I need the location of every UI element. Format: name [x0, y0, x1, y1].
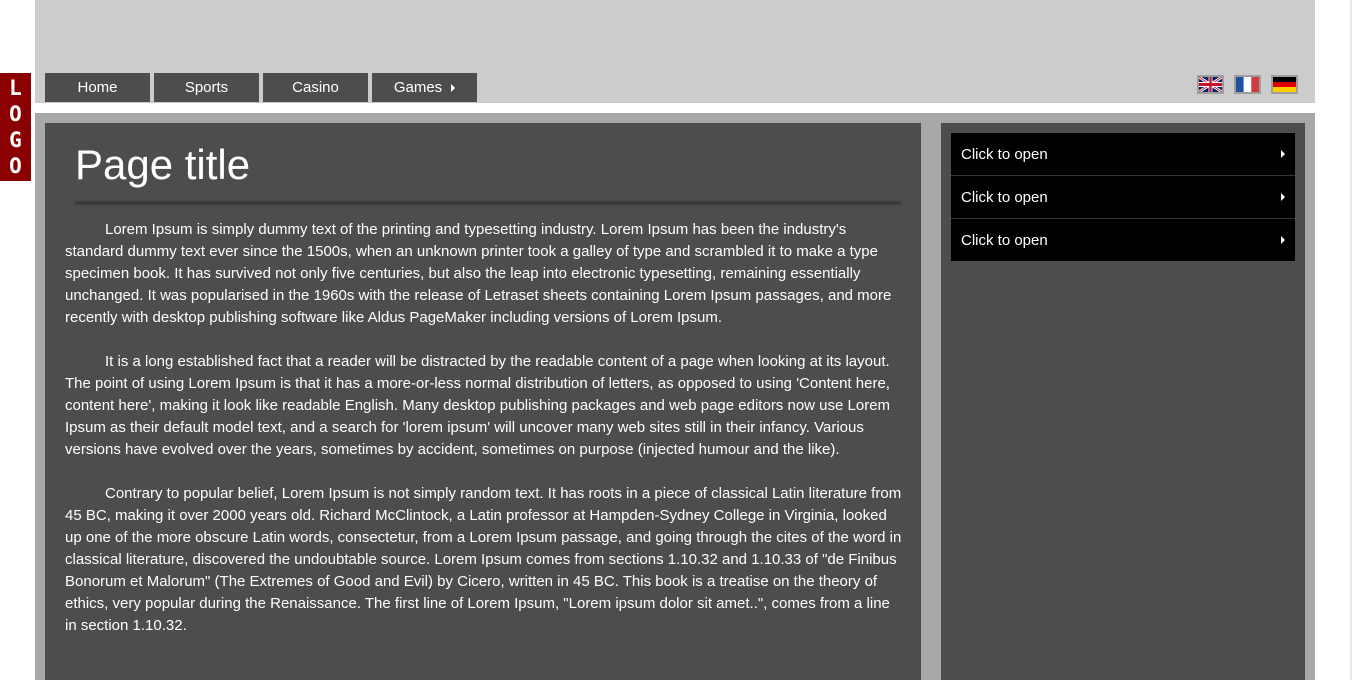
logo-letter: O: [9, 102, 22, 126]
main-panel: Page title Lorem Ipsum is simply dummy t…: [45, 123, 921, 680]
logo-letter: O: [9, 154, 22, 178]
nav-item-games[interactable]: Games: [372, 73, 477, 102]
germany-flag-icon[interactable]: [1271, 75, 1298, 94]
nav-item-label: Sports: [184, 79, 229, 96]
accordion-item-label: Click to open: [961, 188, 1048, 206]
title-divider: [75, 201, 901, 203]
accordion-item[interactable]: Click to open: [951, 176, 1295, 219]
nav-item-sports[interactable]: Sports: [154, 73, 259, 102]
article-body: Lorem Ipsum is simply dummy text of the …: [65, 219, 903, 659]
caret-right-icon: [451, 83, 456, 92]
logo[interactable]: L O G O: [0, 73, 31, 181]
nav-item-casino[interactable]: Casino: [263, 73, 368, 102]
accordion-item[interactable]: Click to open: [951, 219, 1295, 261]
caret-right-icon: [1281, 236, 1285, 244]
caret-right-icon: [1281, 193, 1285, 201]
france-flag-icon[interactable]: [1234, 75, 1261, 94]
language-switcher: [1187, 75, 1298, 94]
caret-right-icon: [1281, 150, 1285, 158]
nav-item-home[interactable]: Home: [45, 73, 150, 102]
main-nav: Home Sports Casino Games: [45, 73, 481, 102]
accordion-item-label: Click to open: [961, 145, 1048, 163]
nav-item-label: Games: [393, 79, 443, 96]
nav-item-label: Casino: [292, 79, 339, 96]
accordion: Click to open Click to open Click to ope…: [951, 133, 1295, 261]
nav-item-label: Home: [77, 79, 118, 96]
sidebar: Click to open Click to open Click to ope…: [941, 123, 1305, 680]
content-frame: Page title Lorem Ipsum is simply dummy t…: [35, 113, 1315, 680]
page-title: Page title: [75, 141, 251, 188]
accordion-item-label: Click to open: [961, 231, 1048, 249]
logo-letter: L: [9, 76, 22, 100]
site-header: Home Sports Casino Games: [35, 0, 1315, 103]
paragraph: It is a long established fact that a rea…: [65, 353, 891, 458]
accordion-item[interactable]: Click to open: [951, 133, 1295, 176]
uk-flag-icon[interactable]: [1197, 75, 1224, 94]
logo-letter: G: [9, 128, 22, 152]
paragraph: Contrary to popular belief, Lorem Ipsum …: [65, 485, 902, 634]
paragraph: Lorem Ipsum is simply dummy text of the …: [65, 221, 892, 326]
